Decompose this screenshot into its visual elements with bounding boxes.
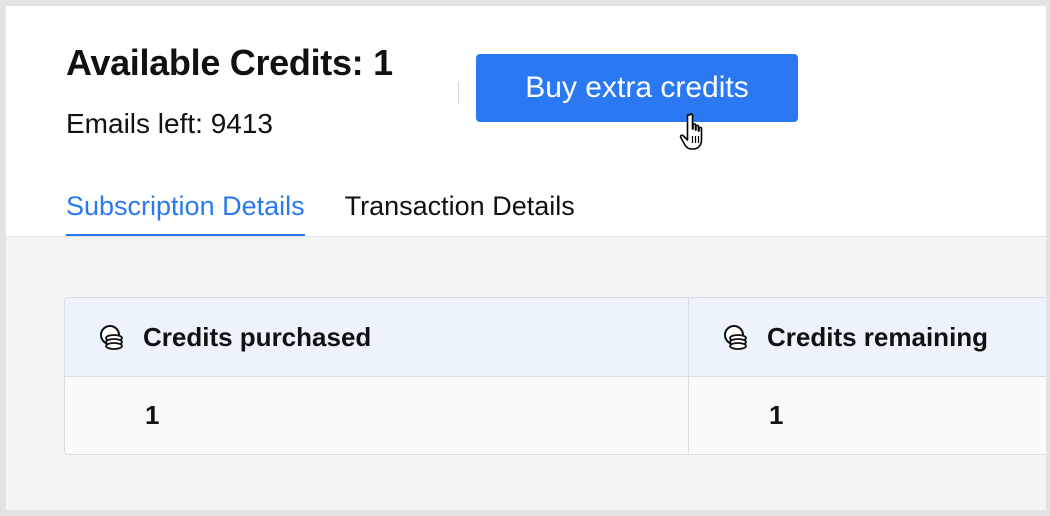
column-header-credits-remaining: Credits remaining: [689, 298, 1046, 376]
column-header-credits-purchased: Credits purchased: [65, 298, 689, 376]
column-header-label: Credits remaining: [767, 321, 989, 352]
buy-extra-credits-button[interactable]: Buy extra credits: [476, 54, 798, 122]
tab-bar: Subscription Details Transaction Details: [66, 188, 615, 238]
credits-purchased-value: 1: [145, 399, 160, 430]
hand-pointer-cursor-icon: [679, 113, 703, 150]
credits-table: Credits purchased Credits remaining 1 1: [64, 297, 1046, 455]
table-cell-credits-purchased: 1: [65, 377, 689, 453]
table-row: 1 1: [65, 377, 1046, 453]
column-header-label: Credits purchased: [143, 321, 372, 352]
coins-icon: [100, 325, 123, 350]
divider: [458, 82, 459, 104]
tab-transaction-details[interactable]: Transaction Details: [345, 188, 575, 236]
table-header-row: Credits purchased Credits remaining: [65, 298, 1046, 377]
table-cell-credits-remaining: 1: [689, 377, 1046, 453]
page-title: Available Credits: 1: [66, 42, 393, 83]
coins-icon: [724, 325, 747, 350]
tab-content: Credits purchased Credits remaining 1 1: [6, 236, 1046, 510]
credits-remaining-value: 1: [769, 399, 784, 430]
emails-left-text: Emails left: 9413: [66, 108, 273, 139]
tab-subscription-details[interactable]: Subscription Details: [66, 188, 305, 238]
credits-panel: Available Credits: 1 Emails left: 9413 B…: [6, 6, 1046, 510]
